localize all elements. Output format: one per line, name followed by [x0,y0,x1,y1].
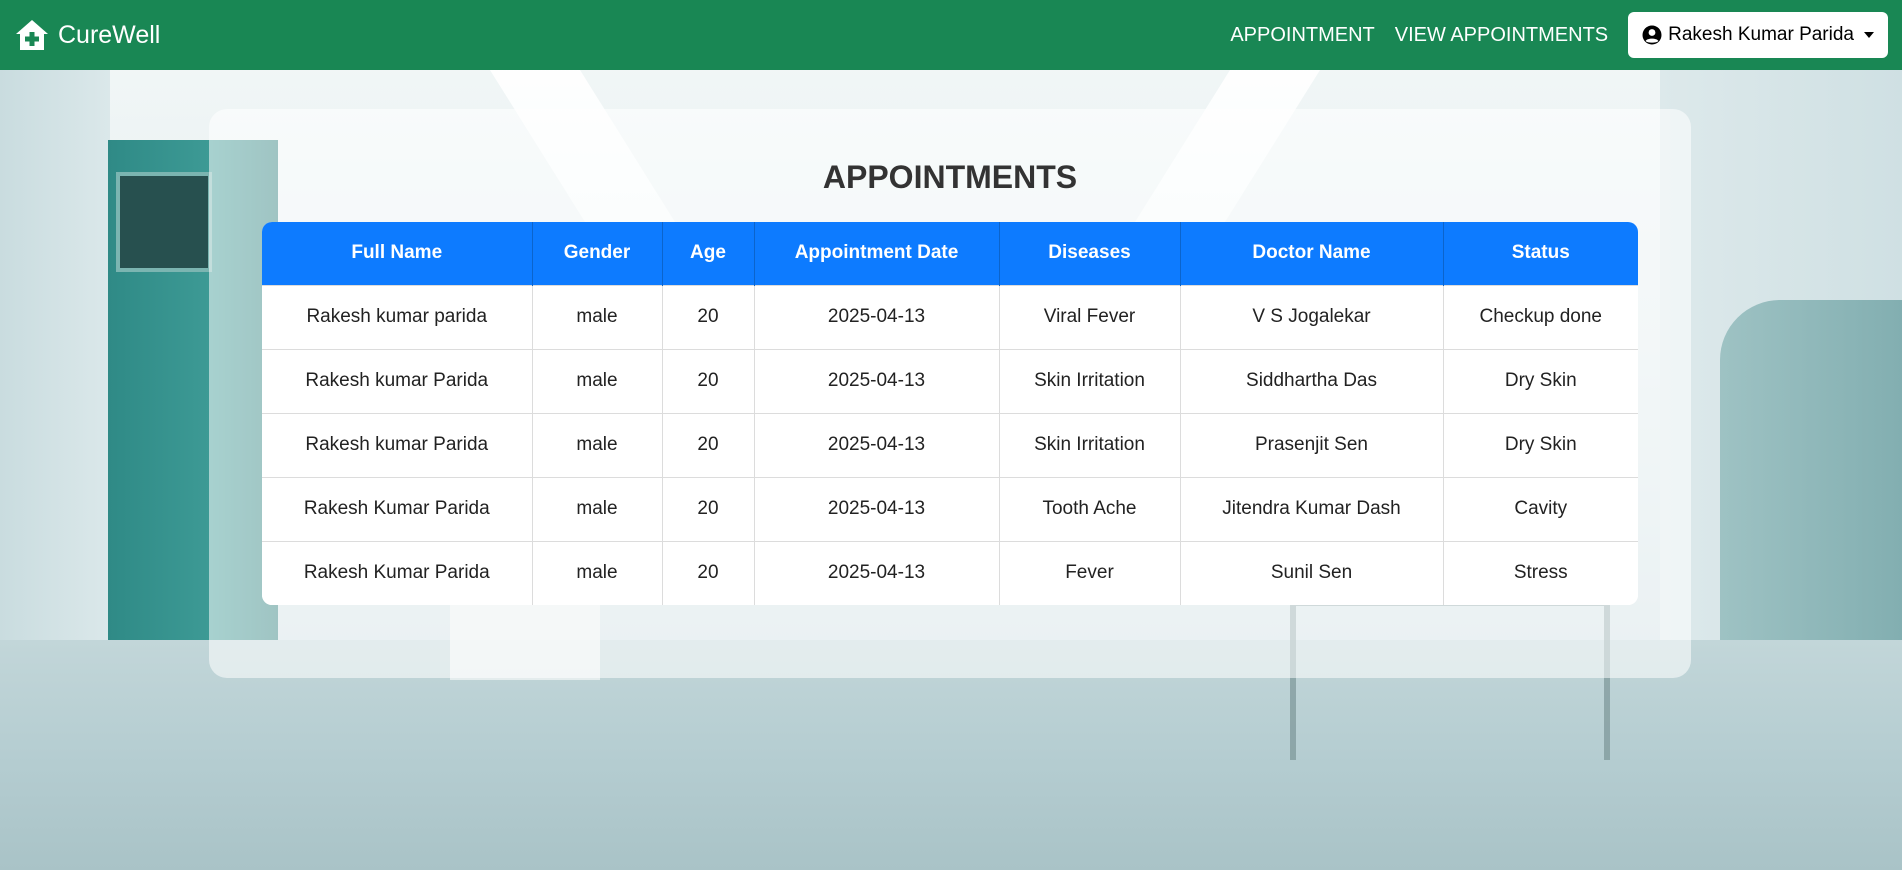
table-row: Rakesh Kumar Parida male 20 2025-04-13 T… [262,476,1638,541]
column-header-doctor-name: Doctor Name [1180,222,1444,285]
cell-doctor-name: Jitendra Kumar Dash [1180,476,1444,541]
user-circle-icon [1642,25,1662,45]
cell-full-name: Rakesh kumar Parida [262,412,533,477]
table-header-row: Full Name Gender Age Appointment Date Di… [262,222,1638,285]
column-header-status: Status [1443,222,1638,285]
cell-diseases: Viral Fever [999,284,1181,349]
cell-diseases: Tooth Ache [999,476,1181,541]
caret-down-icon [1864,32,1874,38]
nav-link-view-appointments[interactable]: VIEW APPOINTMENTS [1395,24,1608,47]
cell-full-name: Rakesh kumar Parida [262,348,533,413]
cell-doctor-name: V S Jogalekar [1180,284,1444,349]
cell-appointment-date: 2025-04-13 [754,540,1000,605]
cell-status: Stress [1443,540,1638,605]
cell-gender: male [532,284,663,349]
cell-full-name: Rakesh Kumar Parida [262,540,533,605]
cell-appointment-date: 2025-04-13 [754,284,1000,349]
cell-age: 20 [662,284,755,349]
appointments-table-wrapper: Full Name Gender Age Appointment Date Di… [262,222,1638,605]
table-row: Rakesh Kumar Parida male 20 2025-04-13 F… [262,540,1638,605]
cell-age: 20 [662,540,755,605]
nav-link-appointment[interactable]: APPOINTMENT [1230,24,1374,47]
appointments-table: Full Name Gender Age Appointment Date Di… [262,222,1638,605]
hospital-home-icon [16,20,48,50]
cell-diseases: Skin Irritation [999,348,1181,413]
cell-status: Cavity [1443,476,1638,541]
cell-gender: male [532,412,663,477]
brand-link[interactable]: CureWell [14,18,160,52]
cell-appointment-date: 2025-04-13 [754,412,1000,477]
column-header-appointment-date: Appointment Date [754,222,1000,285]
cell-status: Dry Skin [1443,412,1638,477]
column-header-gender: Gender [532,222,663,285]
table-row: Rakesh kumar Parida male 20 2025-04-13 S… [262,412,1638,477]
navbar: CureWell APPOINTMENT VIEW APPOINTMENTS R… [0,0,1902,70]
cell-gender: male [532,540,663,605]
cell-age: 20 [662,348,755,413]
table-row: Rakesh kumar Parida male 20 2025-04-13 S… [262,348,1638,413]
cell-full-name: Rakesh kumar parida [262,284,533,349]
cell-doctor-name: Sunil Sen [1180,540,1444,605]
cell-status: Dry Skin [1443,348,1638,413]
cell-doctor-name: Siddhartha Das [1180,348,1444,413]
user-name: Rakesh Kumar Parida [1668,24,1854,45]
user-menu-button[interactable]: Rakesh Kumar Parida [1628,12,1888,58]
cell-status: Checkup done [1443,284,1638,349]
cell-gender: male [532,476,663,541]
door-window [116,172,212,272]
brand-name: CureWell [58,20,161,49]
cell-appointment-date: 2025-04-13 [754,476,1000,541]
column-header-age: Age [662,222,755,285]
nav-right: APPOINTMENT VIEW APPOINTMENTS Rakesh Kum… [1230,12,1888,58]
cell-diseases: Skin Irritation [999,412,1181,477]
table-row: Rakesh kumar parida male 20 2025-04-13 V… [262,284,1638,349]
cell-age: 20 [662,412,755,477]
page-title: APPOINTMENTS [822,159,1078,195]
column-header-full-name: Full Name [262,222,533,285]
cell-diseases: Fever [999,540,1181,605]
cell-appointment-date: 2025-04-13 [754,348,1000,413]
cell-gender: male [532,348,663,413]
cell-doctor-name: Prasenjit Sen [1180,412,1444,477]
cell-age: 20 [662,476,755,541]
cell-full-name: Rakesh Kumar Parida [262,476,533,541]
appointments-panel: APPOINTMENTS Full Name Gender Age Appoin… [209,109,1691,678]
column-header-diseases: Diseases [999,222,1181,285]
